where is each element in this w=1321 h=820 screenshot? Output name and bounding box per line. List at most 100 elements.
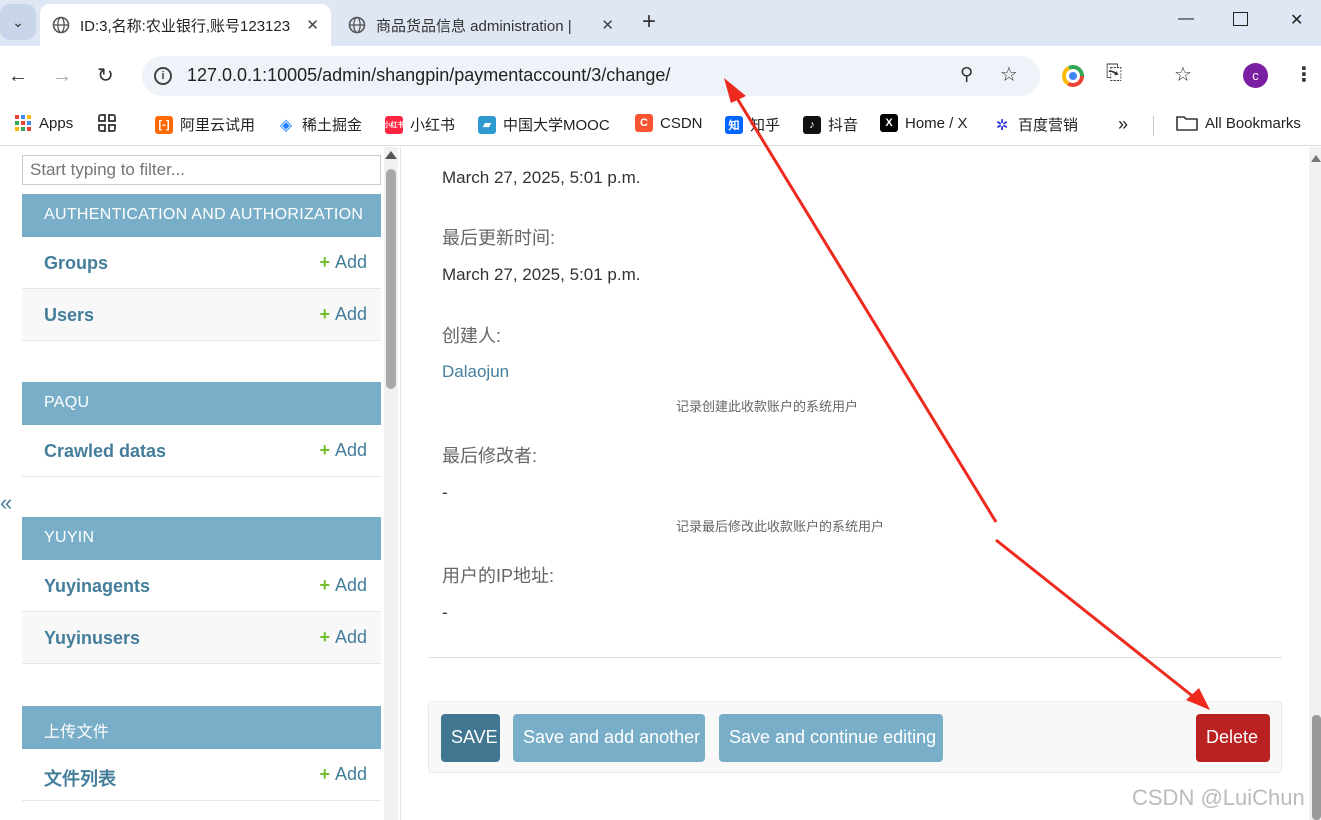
model-link-file-list[interactable]: 文件列表 [44, 765, 116, 791]
x-logo-icon: X [880, 114, 898, 132]
folder-icon [1176, 116, 1198, 131]
new-tab-icon[interactable]: + [642, 8, 656, 36]
page-scroll-thumb[interactable] [1312, 715, 1321, 820]
add-file-list-button[interactable]: + Add [319, 764, 367, 785]
scroll-up-arrow-icon[interactable] [385, 151, 397, 159]
add-groups-button[interactable]: + Add [319, 252, 367, 273]
created-time-value: March 27, 2025, 5:01 p.m. [442, 168, 641, 187]
globe-icon [348, 16, 366, 34]
module-header-yuyin[interactable]: YUYIN [22, 517, 381, 560]
plus-icon: + [319, 304, 330, 324]
address-bar[interactable]: i 127.0.0.1:10005/admin/shangpin/payment… [142, 56, 1040, 96]
globe-icon [52, 16, 70, 34]
url-text[interactable]: 127.0.0.1:10005/admin/shangpin/paymentac… [187, 65, 670, 86]
tab-title: ID:3,名称:农业银行,账号123123 [80, 17, 291, 35]
creator-label: 创建人: [442, 326, 502, 346]
zhihu-icon: 知 [725, 115, 743, 134]
page-scroll-up-arrow-icon[interactable] [1311, 155, 1321, 162]
model-link-groups[interactable]: Groups [44, 253, 108, 274]
menu-dots-icon[interactable]: ⋮ [1294, 62, 1314, 87]
minimize-icon[interactable]: — [1178, 10, 1194, 28]
more-bookmarks-icon[interactable]: » [1118, 114, 1128, 135]
all-bookmarks[interactable]: All Bookmarks [1176, 114, 1301, 132]
module-header-paqu[interactable]: PAQU [22, 382, 381, 425]
ip-address-value: - [442, 603, 448, 622]
add-yuyinagents-button[interactable]: + Add [319, 575, 367, 596]
model-link-users[interactable]: Users [44, 305, 94, 326]
forward-icon[interactable]: → [52, 64, 72, 88]
bookmark-mooc[interactable]: ▰ 中国大学MOOC [478, 114, 610, 135]
baidu-paw-icon: ✲ [995, 116, 1009, 134]
back-icon[interactable]: ← [8, 64, 28, 88]
apps-grid-icon [15, 115, 31, 131]
maximize-icon[interactable] [1233, 12, 1248, 26]
reload-icon[interactable]: ↻ [97, 64, 114, 88]
close-window-icon[interactable]: ✕ [1290, 10, 1303, 30]
csdn-icon: C [635, 114, 653, 132]
model-row-crawled-datas: Crawled datas + Add [22, 425, 381, 477]
save-and-continue-button[interactable]: Save and continue editing [719, 714, 943, 762]
delete-button[interactable]: Delete [1196, 714, 1270, 762]
modifier-label: 最后修改者: [442, 446, 538, 466]
modifier-value: - [442, 483, 448, 502]
add-crawled-datas-button[interactable]: + Add [319, 440, 367, 461]
add-users-button[interactable]: + Add [319, 304, 367, 325]
tab-groups-icon [98, 114, 116, 132]
bookmark-juejin[interactable]: ◈ 稀土掘金 [277, 114, 362, 135]
model-row-yuyinusers: Yuyinusers + Add [22, 612, 381, 664]
sidebar-collapse-toggle[interactable]: « [0, 490, 12, 516]
nav-filter-input[interactable] [22, 155, 381, 185]
bookmark-apps[interactable]: Apps [14, 114, 73, 132]
submit-row: SAVE Save and add another Save and conti… [428, 701, 1282, 773]
bookmark-xiaohongshu[interactable]: 小红书 小红书 [384, 114, 455, 135]
model-row-file-list: 文件列表 + Add [22, 749, 381, 801]
model-row-groups: Groups + Add [22, 237, 381, 289]
tab-strip: ⌄ ID:3,名称:农业银行,账号123123 ✕ 商品货品信息 adminis… [0, 0, 1321, 46]
creator-link[interactable]: Dalaojun [442, 362, 509, 382]
chrome-colorful-icon[interactable] [1062, 65, 1084, 87]
module-header-auth[interactable]: AUTHENTICATION AND AUTHORIZATION [22, 194, 381, 237]
bookmark-x[interactable]: X Home / X [880, 114, 968, 132]
save-button[interactable]: SAVE [441, 714, 500, 762]
tab-search-chevron-icon[interactable]: ⌄ [0, 4, 36, 40]
add-yuyinusers-button[interactable]: + Add [319, 627, 367, 648]
zoom-icon[interactable]: ⚲ [960, 64, 973, 85]
form-divider [428, 657, 1282, 658]
site-info-icon[interactable]: i [154, 67, 172, 85]
model-link-yuyinusers[interactable]: Yuyinusers [44, 628, 140, 649]
aliyun-icon: [-] [155, 115, 173, 134]
close-tab-icon[interactable]: ✕ [306, 16, 319, 34]
bookmark-csdn[interactable]: C CSDN [635, 114, 703, 132]
change-form: March 27, 2025, 5:01 p.m. 最后更新时间: March … [402, 147, 1307, 820]
tab-title: 商品货品信息 administration | [376, 17, 572, 35]
plus-icon: + [319, 252, 330, 272]
bookmark-baidu[interactable]: ✲ 百度营销 [993, 114, 1078, 135]
bookmark-zhihu[interactable]: 知 知乎 [725, 114, 780, 135]
creator-help-text: 记录创建此收款账户的系统用户 [676, 399, 859, 414]
sidebar-scroll-thumb[interactable] [386, 169, 396, 389]
plus-icon: + [319, 575, 330, 595]
save-and-add-another-button[interactable]: Save and add another [513, 714, 705, 762]
profile-avatar[interactable]: c [1243, 63, 1268, 88]
close-tab-icon[interactable]: ✕ [601, 16, 614, 34]
bookmark-star-icon[interactable]: ☆ [1000, 62, 1018, 87]
plus-icon: + [319, 764, 330, 784]
plus-icon: + [319, 627, 330, 647]
module-header-upload[interactable]: 上传文件 [22, 706, 381, 749]
bookmark-grid[interactable] [98, 114, 123, 132]
tab-inactive[interactable]: 商品货品信息 administration | ✕ [336, 4, 626, 46]
bookmark-aliyun[interactable]: [-] 阿里云试用 [155, 114, 255, 135]
watermark: CSDN @LuiChun [1132, 785, 1305, 810]
xiaohongshu-icon: 小红书 [384, 115, 405, 134]
updated-time-value: March 27, 2025, 5:01 p.m. [442, 265, 641, 284]
model-link-yuyinagents[interactable]: Yuyinagents [44, 576, 150, 597]
favorites-icon[interactable]: ☆ [1174, 62, 1192, 87]
douyin-icon: ♪ [803, 115, 821, 134]
juejin-icon: ◈ [279, 116, 293, 134]
tab-active[interactable]: ID:3,名称:农业银行,账号123123 ✕ [40, 4, 331, 46]
bookmark-douyin[interactable]: ♪ 抖音 [803, 114, 858, 135]
bookmarks-bar: Apps [-] 阿里云试用 ◈ 稀土掘金 小红书 小红书 ▰ 中国大学MOOC… [0, 106, 1321, 146]
extensions-icon[interactable]: ⎘ [1106, 62, 1122, 85]
modifier-help-text: 记录最后修改此收款账户的系统用户 [676, 519, 885, 534]
model-link-crawled-datas[interactable]: Crawled datas [44, 441, 166, 462]
